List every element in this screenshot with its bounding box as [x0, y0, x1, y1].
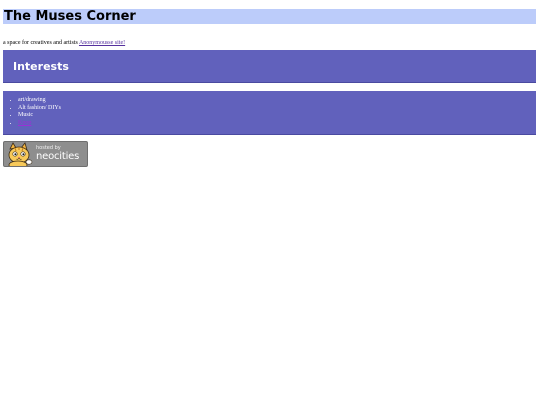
interests-header: Interests — [3, 50, 536, 83]
neocities-badge[interactable]: hosted by neocities — [3, 141, 88, 167]
kpop-link[interactable]: Kpop — [18, 120, 31, 126]
list-item: Music — [10, 112, 536, 120]
tagline: a space for creatives and artists Anonym… — [3, 39, 125, 48]
list-item: Alt fashion/ DIYs — [10, 105, 536, 113]
page-title: The Muses Corner — [4, 9, 136, 24]
interests-items: art/drawing Alt fashion/ DIYs Music Kpop — [3, 91, 536, 127]
tagline-link[interactable]: Anonymousse site! — [79, 40, 125, 46]
tagline-text: a space for creatives and artists — [3, 40, 79, 46]
list-item: art/drawing — [10, 97, 536, 105]
site-header: The Muses Corner — [3, 9, 536, 24]
interests-heading: Interests — [13, 60, 69, 73]
neocities-cat-icon — [8, 142, 33, 166]
interests-list: art/drawing Alt fashion/ DIYs Music Kpop — [3, 91, 536, 135]
list-item: Kpop — [10, 120, 536, 128]
badge-brand-text: neocities — [36, 151, 80, 162]
